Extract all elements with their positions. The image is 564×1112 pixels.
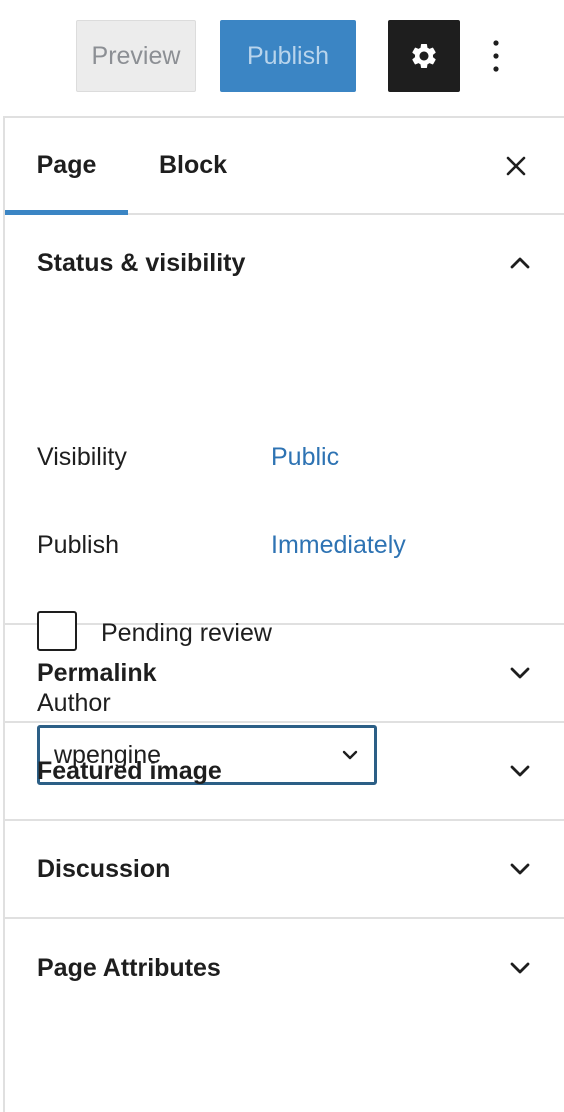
publish-label: Publish — [37, 531, 119, 559]
status-visibility-panel: Status & visibility Visibility Public Pu… — [5, 215, 564, 785]
page-attributes-section-toggle[interactable]: Page Attributes — [5, 919, 564, 1017]
close-icon — [506, 156, 526, 176]
preview-button[interactable]: Preview — [76, 20, 196, 92]
chevron-down-icon — [510, 667, 530, 679]
tab-page[interactable]: Page — [5, 118, 128, 215]
status-visibility-title: Status & visibility — [37, 248, 246, 277]
vertical-ellipsis-icon — [493, 40, 499, 72]
permalink-title: Permalink — [37, 658, 157, 687]
publish-date-link[interactable]: Immediately — [271, 531, 406, 560]
featured-image-section-toggle[interactable]: Featured image — [5, 723, 564, 821]
gear-icon — [412, 43, 436, 68]
visibility-value-link[interactable]: Public — [271, 443, 339, 472]
preview-button-label: Preview — [91, 41, 181, 70]
discussion-section-toggle[interactable]: Discussion — [5, 821, 564, 919]
sidebar-tabs: Page Block — [5, 118, 564, 215]
editor-toolbar: Preview Publish — [0, 0, 564, 116]
chevron-up-icon — [510, 257, 530, 269]
tab-page-label: Page — [36, 151, 97, 179]
chevron-down-icon — [510, 765, 530, 777]
more-options-button[interactable] — [476, 28, 516, 84]
featured-image-title: Featured image — [37, 756, 222, 785]
permalink-section-toggle[interactable]: Permalink — [5, 625, 564, 723]
chevron-down-icon — [510, 962, 530, 974]
chevron-down-icon — [510, 863, 530, 875]
publish-button[interactable]: Publish — [220, 20, 356, 92]
settings-sidebar: Page Block Status & visibility Visibilit… — [3, 116, 564, 1112]
tab-block-label: Block — [158, 151, 228, 179]
settings-button[interactable] — [388, 20, 460, 92]
discussion-title: Discussion — [37, 854, 171, 883]
visibility-label: Visibility — [37, 443, 127, 471]
page-attributes-title: Page Attributes — [37, 953, 221, 982]
tab-block[interactable]: Block — [145, 118, 241, 213]
publish-button-label: Publish — [247, 41, 329, 70]
status-visibility-toggle[interactable]: Status & visibility — [5, 215, 564, 311]
close-sidebar-button[interactable] — [496, 146, 536, 186]
